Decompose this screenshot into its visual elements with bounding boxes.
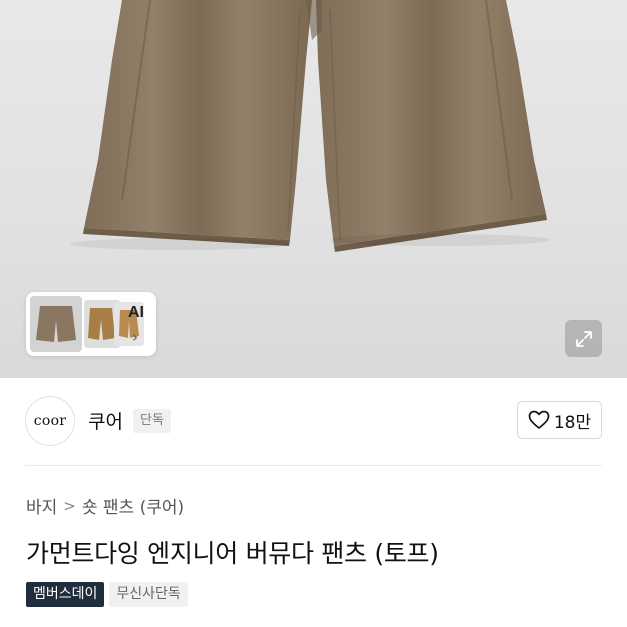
ai-label: AI [128,304,144,321]
brand-row: coor 쿠어 단독 18만 [0,378,627,466]
product-image-gallery[interactable]: AI › [0,0,627,378]
breadcrumb-subcategory[interactable]: 숏 팬츠 (쿠어) [82,493,184,518]
breadcrumb: 바지 > 숏 팬츠 (쿠어) [26,493,184,519]
breadcrumb-separator: > [63,496,76,515]
product-title: 가먼트다잉 엔지니어 버뮤다 팬츠 (토프) [26,539,439,568]
expand-icon [575,330,592,347]
breadcrumb-category[interactable]: 바지 [26,493,57,518]
brand-name[interactable]: 쿠어 [88,407,123,434]
tag-list: 멤버스데이 무신사단독 [26,582,188,607]
ai-recommendation-card[interactable]: AI › [26,292,156,356]
chevron-right-icon: › [132,328,138,346]
like-count: 18만 [553,412,592,433]
like-button[interactable]: 18만 [517,401,602,439]
brand-logo[interactable]: coor [25,396,75,446]
thumbnail-image [30,296,82,352]
tag-musinsa-exclusive: 무신사단독 [109,582,188,607]
expand-button[interactable] [565,320,602,357]
heart-icon [528,410,550,429]
brand-logo-text: coor [33,413,67,429]
tag-members-day: 멤버스데이 [26,582,105,607]
exclusive-badge: 단독 [133,409,171,433]
divider [25,465,602,466]
